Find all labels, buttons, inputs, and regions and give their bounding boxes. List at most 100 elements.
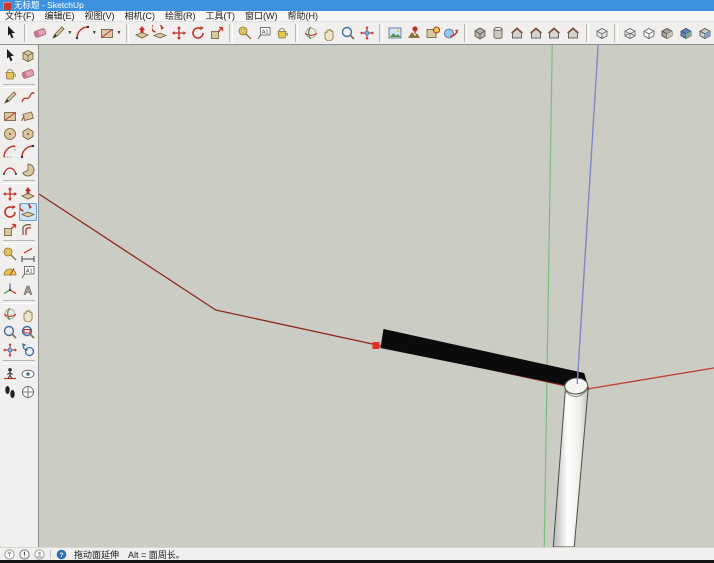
palette-separator <box>3 360 35 364</box>
rectangle-tool-button[interactable]: ▼ <box>99 23 122 43</box>
move-tool-button[interactable] <box>1 185 19 203</box>
move-tool-icon <box>3 187 17 201</box>
previous-view-tool-icon <box>21 343 35 357</box>
zoom-extents-tool-button[interactable] <box>1 341 19 359</box>
shaded-textures-style-icon <box>680 28 692 39</box>
axes-tool-button[interactable] <box>1 281 19 299</box>
geolocation-status-icon[interactable] <box>4 548 15 560</box>
eraser-tool-button[interactable] <box>31 23 48 43</box>
scale-tool-button[interactable] <box>208 23 225 43</box>
drawing-canvas[interactable] <box>38 45 714 547</box>
pan-tool-button[interactable] <box>19 305 37 323</box>
previous-view-tool-button[interactable] <box>19 341 37 359</box>
select-tool-button[interactable] <box>3 23 20 43</box>
cylinder-body[interactable] <box>552 388 589 547</box>
top-view-button[interactable] <box>490 23 507 43</box>
menu-item-view[interactable]: 视图(V) <box>80 11 120 21</box>
text-tool-button[interactable]: A1 <box>255 23 272 43</box>
polygon-tool-button[interactable] <box>19 125 37 143</box>
left-view-button[interactable] <box>565 23 582 43</box>
offset-tool-button[interactable] <box>19 221 37 239</box>
xray-style-button[interactable] <box>593 23 610 43</box>
select-tool-button[interactable] <box>1 47 19 65</box>
tape-measure-tool-button[interactable] <box>237 23 254 43</box>
push-pull-tool-button[interactable] <box>133 23 150 43</box>
credit-attribution-status-icon[interactable] <box>19 548 30 560</box>
move-tool-button[interactable] <box>171 23 188 43</box>
follow-me-tool-button[interactable] <box>19 203 37 221</box>
black-beam-face[interactable] <box>380 329 590 390</box>
shaded-textures-style-button[interactable] <box>678 23 695 43</box>
menu-item-tools[interactable]: 工具(T) <box>201 11 241 21</box>
rotate-tool-button[interactable] <box>190 23 207 43</box>
pan-tool-button[interactable] <box>321 23 338 43</box>
zoom-tool-button[interactable] <box>340 23 357 43</box>
scale-tool-button[interactable] <box>1 221 19 239</box>
iso-view-button[interactable] <box>471 23 488 43</box>
rectangle-tool-button[interactable] <box>1 107 19 125</box>
toggle-terrain-tool-icon <box>407 26 420 38</box>
dimension-tool-button[interactable] <box>19 245 37 263</box>
rotate-tool-button[interactable] <box>1 203 19 221</box>
two-point-arc-tool-button[interactable] <box>19 143 37 161</box>
zoom-tool-button[interactable] <box>1 323 19 341</box>
photo-textures-tool-button[interactable] <box>424 23 441 43</box>
three-point-arc-tool-button[interactable] <box>1 161 19 179</box>
monochrome-style-button[interactable] <box>696 23 713 43</box>
text-tool-button[interactable]: A1 <box>19 263 37 281</box>
zoom-extents-tool-button[interactable] <box>358 23 375 43</box>
text-tool-icon: A1 <box>21 266 35 279</box>
menu-item-camera[interactable]: 相机(C) <box>120 11 161 21</box>
preview-in-earth-tool-button[interactable] <box>443 23 460 43</box>
menu-item-file[interactable]: 文件(F) <box>0 11 40 21</box>
paint-bucket-tool-button[interactable] <box>274 23 291 43</box>
line-tool-button[interactable] <box>1 89 19 107</box>
right-view-icon <box>529 27 542 39</box>
menu-item-edit[interactable]: 编辑(E) <box>40 11 80 21</box>
orbit-tool-button[interactable] <box>302 23 319 43</box>
pie-tool-button[interactable] <box>19 161 37 179</box>
dropdown-arrow-icon[interactable]: ▼ <box>116 30 121 36</box>
follow-me-tool-button[interactable] <box>152 23 169 43</box>
right-view-button[interactable] <box>527 23 544 43</box>
push-pull-tool-button[interactable] <box>19 185 37 203</box>
menu-item-draw[interactable]: 绘图(R) <box>160 11 201 21</box>
walk-tool-button[interactable] <box>1 383 19 401</box>
back-view-icon <box>548 27 561 39</box>
3d-text-tool-button[interactable]: A <box>19 281 37 299</box>
shaded-style-button[interactable] <box>659 23 676 43</box>
wireframe-style-button[interactable] <box>622 23 639 43</box>
menu-item-window[interactable]: 窗口(W) <box>240 11 283 21</box>
toolbar-separator <box>613 24 618 42</box>
section-plane-tool-button[interactable] <box>19 383 37 401</box>
dropdown-arrow-icon[interactable]: ▼ <box>92 30 97 36</box>
front-view-button[interactable] <box>509 23 526 43</box>
tape-measure-tool-button[interactable] <box>1 245 19 263</box>
sign-in-status-icon[interactable] <box>34 548 45 560</box>
line-tool-button[interactable]: ▼ <box>50 23 73 43</box>
dropdown-arrow-icon[interactable]: ▼ <box>67 30 72 36</box>
orbit-tool-button[interactable] <box>1 305 19 323</box>
zoom-window-tool-button[interactable] <box>19 323 37 341</box>
add-location-tool-button[interactable] <box>387 23 404 43</box>
preview-in-earth-tool-icon <box>444 28 459 39</box>
circle-tool-button[interactable] <box>1 125 19 143</box>
position-camera-tool-button[interactable] <box>1 365 19 383</box>
rotated-rectangle-tool-button[interactable] <box>19 107 37 125</box>
palette-row <box>1 125 37 143</box>
freehand-tool-button[interactable] <box>19 89 37 107</box>
look-around-tool-button[interactable] <box>19 365 37 383</box>
arc-tool-button[interactable]: ▼ <box>75 23 98 43</box>
help-icon[interactable]: ? <box>56 549 67 560</box>
eraser-tool-button[interactable] <box>19 65 37 83</box>
toggle-terrain-tool-button[interactable] <box>406 23 423 43</box>
menu-item-help[interactable]: 帮助(H) <box>283 11 324 21</box>
make-component-tool-button[interactable] <box>19 47 37 65</box>
protractor-tool-button[interactable] <box>1 263 19 281</box>
arc-tool-button[interactable] <box>1 143 19 161</box>
push-pull-tool-icon <box>134 26 149 39</box>
back-view-button[interactable] <box>546 23 563 43</box>
sketchup-logo-icon <box>3 1 11 10</box>
hidden-line-style-button[interactable] <box>640 23 657 43</box>
paint-bucket-tool-button[interactable] <box>1 65 19 83</box>
